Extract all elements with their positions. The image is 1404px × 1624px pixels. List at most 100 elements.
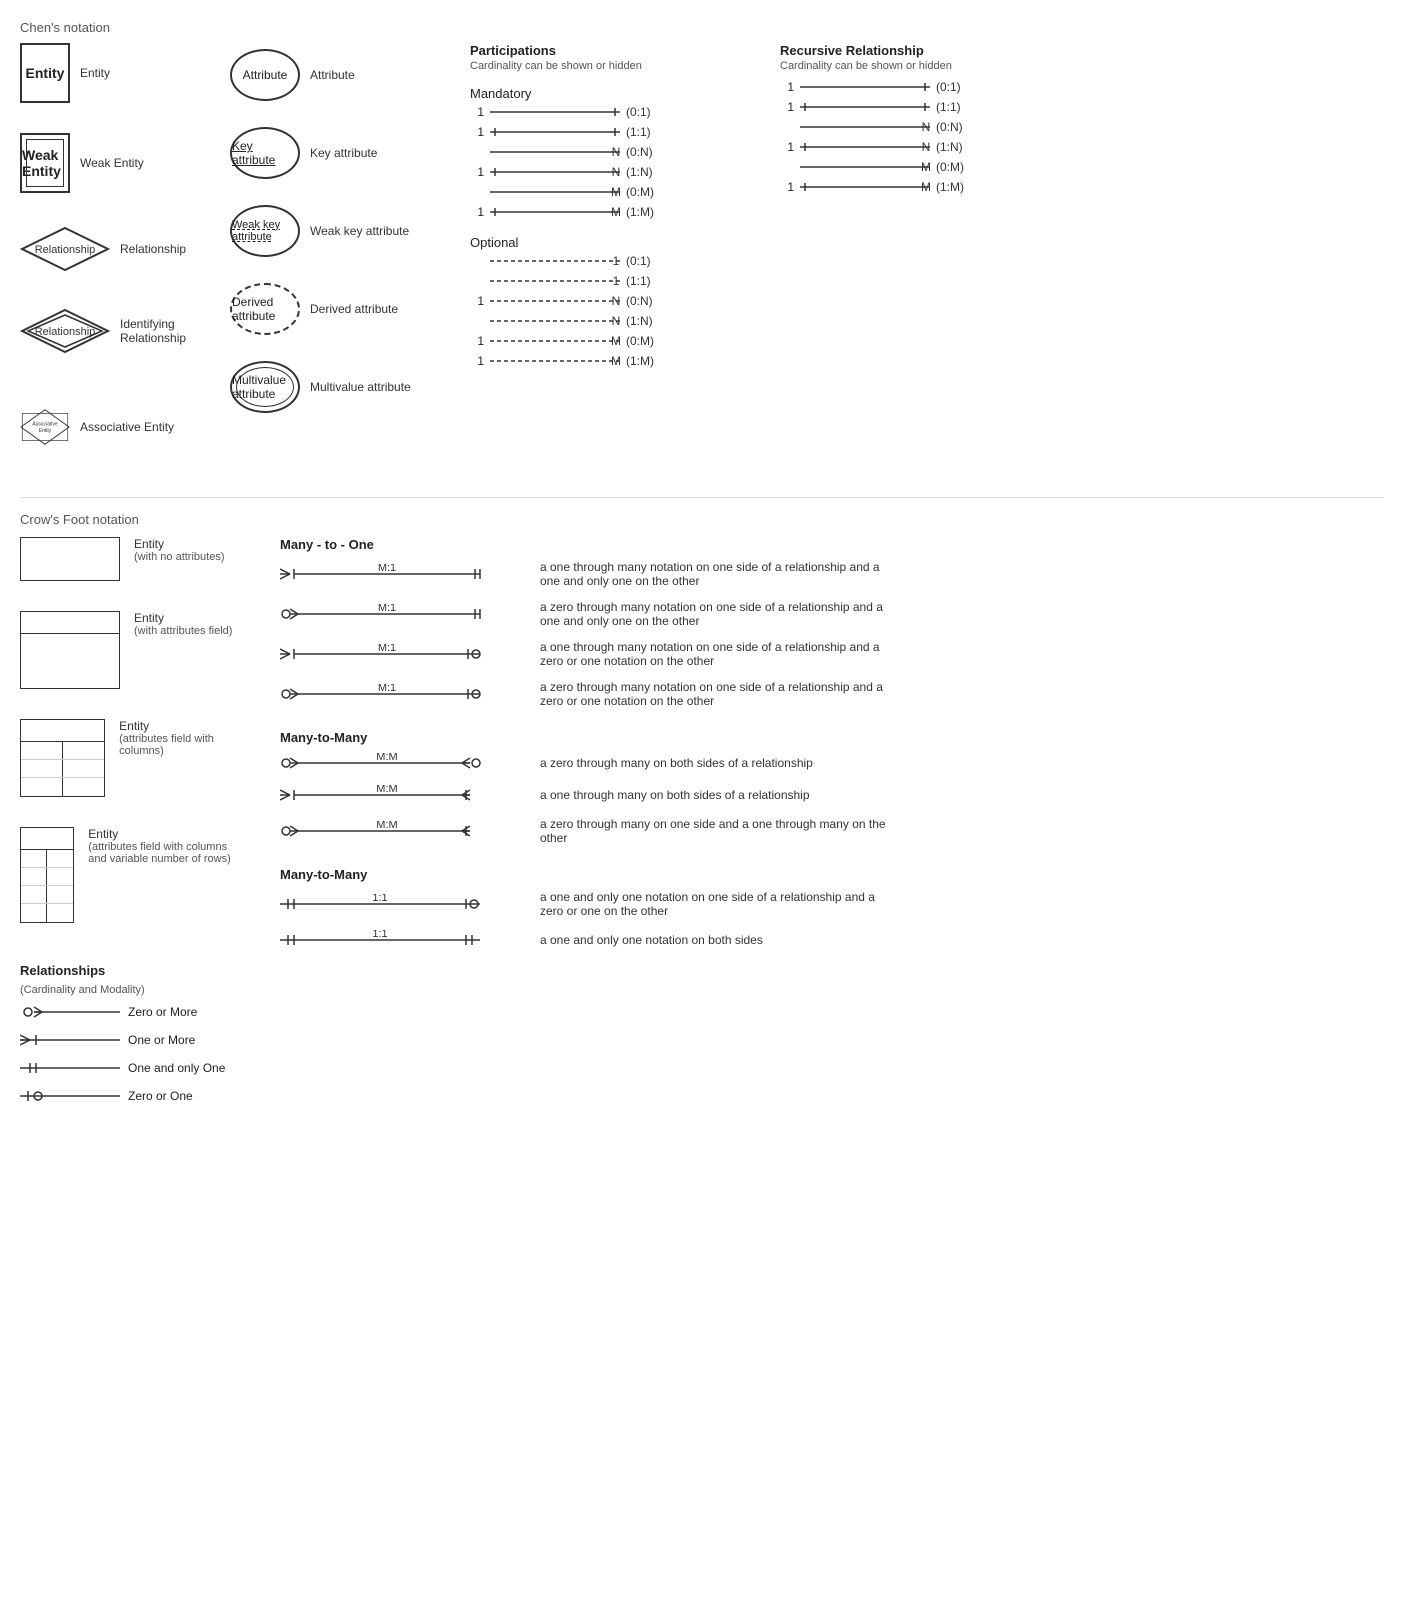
m1-line-2: M:1 xyxy=(280,604,530,624)
crows-mm-row3: M:M a zero through many on one side and … xyxy=(280,817,1384,845)
weak-entity-label: Weak Entity xyxy=(22,147,68,179)
svg-text:M:M: M:M xyxy=(376,753,397,763)
legend-one-only-row: One and only One xyxy=(20,1060,240,1076)
participation-optional-0M: 1 M (0:M) xyxy=(470,334,750,348)
crows-m1-row2: M:1 a zero through many notation on one … xyxy=(280,600,1384,628)
svg-text:1: 1 xyxy=(613,254,620,268)
one-only-symbol xyxy=(20,1060,120,1076)
attr-normal-shape: Attribute xyxy=(230,49,300,101)
attr-multivalue-label: Multivalue attribute xyxy=(232,373,298,401)
identifying-relationship-shape: Relationship xyxy=(20,305,110,357)
m1-line-4: M:1 xyxy=(280,684,530,704)
optional-0N-line: N xyxy=(490,294,620,308)
legend-subsection: (Cardinality and Modality) xyxy=(20,984,240,996)
attr-derived-desc: Derived attribute xyxy=(310,302,430,316)
attr-key-row: Key attribute Key attribute xyxy=(230,127,430,179)
entity-row: Entity Entity xyxy=(20,43,200,103)
mm-line-2: M:M xyxy=(280,785,530,805)
crows-entity-no-attr-row: Entity (with no attributes) xyxy=(20,537,240,581)
svg-text:M:M: M:M xyxy=(376,821,397,831)
recursive-1N-line: N xyxy=(800,140,930,154)
zero-or-more-symbol xyxy=(20,1004,120,1020)
associative-entity-shape: Associative Entity xyxy=(20,387,70,467)
entity-label: Entity xyxy=(26,65,65,81)
crows-11-row1: 1:1 a one and only one notation on one s… xyxy=(280,890,1384,918)
identifying-relationship-desc: Identifying Relationship xyxy=(120,317,240,345)
recursive-0M-line: M xyxy=(800,160,930,174)
attr-weakkey-row: Weak key attribute Weak key attribute xyxy=(230,205,430,257)
participation-mandatory-0M: M (0:M) xyxy=(470,185,750,199)
mm-line-3: M:M xyxy=(280,821,530,841)
participation-mandatory-1N: 1 N (1:N) xyxy=(470,165,750,179)
attr-key-desc: Key attribute xyxy=(310,146,430,160)
attr-weakkey-shape: Weak key attribute xyxy=(230,205,300,257)
m1-desc-3: a one through many notation on one side … xyxy=(540,640,890,668)
chen-notation-section: Chen's notation Entity Entity Weak Entit… xyxy=(20,20,1384,467)
crows-entity-attr-rows-sublabel: (attributes field with columns and varia… xyxy=(88,841,240,865)
participations-subheader: Cardinality can be shown or hidden xyxy=(470,60,750,72)
mm-desc-2: a one through many on both sides of a re… xyxy=(540,788,810,802)
relationship-shape: Relationship xyxy=(20,223,110,275)
svg-text:M: M xyxy=(611,205,620,219)
svg-text:N: N xyxy=(612,145,620,159)
recursive-0N: N (0:N) xyxy=(780,120,1060,134)
chen-shapes-col: Entity Entity Weak Entity Weak Entity Re… xyxy=(20,43,200,467)
crows-header: Crow's Foot notation xyxy=(20,512,1384,527)
mandatory-0M-line: M xyxy=(490,185,620,199)
m1-desc-2: a zero through many notation on one side… xyxy=(540,600,890,628)
mandatory-label: Mandatory xyxy=(470,86,750,101)
legend-zero-one-label: Zero or One xyxy=(128,1089,193,1103)
mandatory-1N-line: N xyxy=(490,165,620,179)
zero-or-one-symbol xyxy=(20,1088,120,1104)
svg-text:N: N xyxy=(612,165,620,179)
attr-weakkey-desc: Weak key attribute xyxy=(310,224,430,238)
recursive-col: Recursive Relationship Cardinality can b… xyxy=(780,43,1060,200)
crows-m1-row3: M:1 a one through many notation on one s… xyxy=(280,640,1384,668)
attr-multivalue-shape: Multivalue attribute xyxy=(230,361,300,413)
attr-key-label: Key attribute xyxy=(232,139,298,167)
attr-derived-row: Derived attribute Derived attribute xyxy=(230,283,430,335)
relationship-desc: Relationship xyxy=(120,242,240,256)
m1-line-1: M:1 xyxy=(280,564,530,584)
mm-line-1: M:M xyxy=(280,753,530,773)
attr-multivalue-desc: Multivalue attribute xyxy=(310,380,430,394)
svg-text:N: N xyxy=(612,294,620,308)
legend-one-more-label: One or More xyxy=(128,1033,195,1047)
optional-1M-line: M xyxy=(490,354,620,368)
attr-normal-row: Attribute Attribute xyxy=(230,49,430,101)
recursive-1M-line: M xyxy=(800,180,930,194)
attr-weakkey-label: Weak key attribute xyxy=(232,219,298,243)
one-or-more-symbol xyxy=(20,1032,120,1048)
svg-text:Entity: Entity xyxy=(39,428,52,434)
crows-rel-col: Many - to - One M:1 a one through many n… xyxy=(280,537,1384,1116)
recursive-01: 1 (0:1) xyxy=(780,80,1060,94)
weak-entity-row: Weak Entity Weak Entity xyxy=(20,133,200,193)
svg-text:N: N xyxy=(922,120,930,134)
recursive-11: 1 (1:1) xyxy=(780,100,1060,114)
participation-mandatory-01: 1 (0:1) xyxy=(470,105,750,119)
mandatory-11-line xyxy=(490,125,620,139)
legend-section-label: Relationships xyxy=(20,963,240,978)
optional-label: Optional xyxy=(470,235,750,250)
crows-legend: Relationships (Cardinality and Modality)… xyxy=(20,963,240,1116)
mandatory-01-line xyxy=(490,105,620,119)
participation-optional-0N: 1 N (0:N) xyxy=(470,294,750,308)
svg-text:M:1: M:1 xyxy=(378,684,396,694)
svg-text:M: M xyxy=(611,354,620,368)
m1-line-3: M:1 xyxy=(280,644,530,664)
entity-desc: Entity xyxy=(80,66,200,80)
weak-entity-shape: Weak Entity xyxy=(20,133,70,193)
legend-one-only-label: One and only One xyxy=(128,1061,225,1075)
crows-entity-no-attr-sublabel: (with no attributes) xyxy=(134,551,224,563)
crows-mm-row2: M:M a one through many on both sides of … xyxy=(280,785,1384,805)
svg-text:Associative: Associative xyxy=(32,422,58,428)
legend-zero-more-label: Zero or More xyxy=(128,1005,197,1019)
many-to-many-header: Many-to-Many xyxy=(280,730,1384,745)
identifying-relationship-row: Relationship Identifying Relationship xyxy=(20,305,200,357)
legend-one-more-row: One or More xyxy=(20,1032,240,1048)
crows-m1-row4: M:1 a zero through many notation on one … xyxy=(280,680,1384,708)
participation-optional-11: 1 (1:1) xyxy=(470,274,750,288)
attr-key-shape: Key attribute xyxy=(230,127,300,179)
attr-normal-desc: Attribute xyxy=(310,68,430,82)
optional-1N-line: N xyxy=(490,314,620,328)
